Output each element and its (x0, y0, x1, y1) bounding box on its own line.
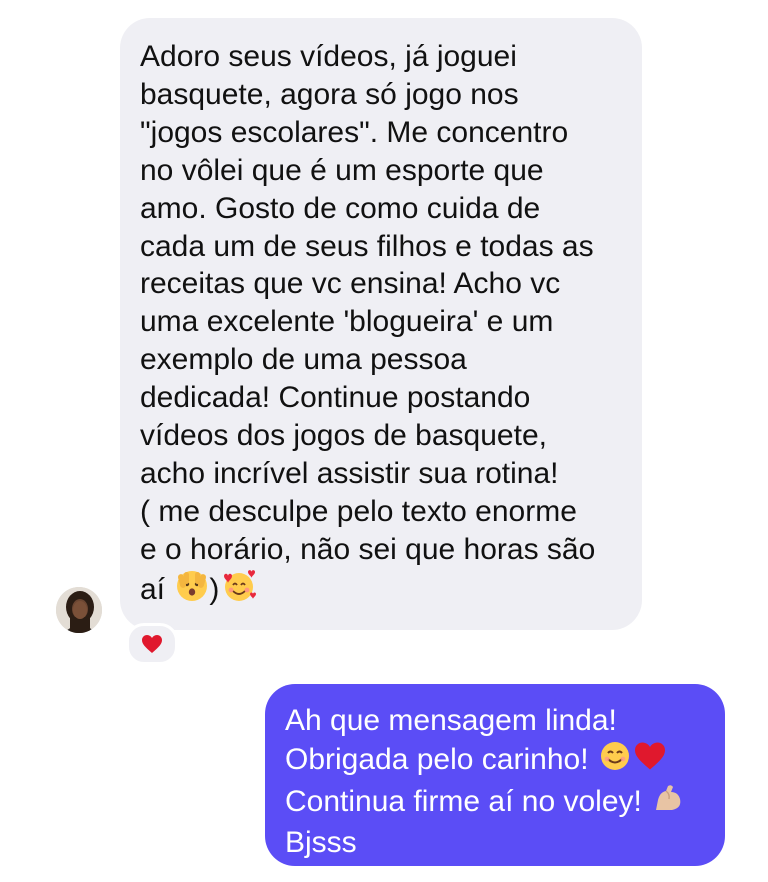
incoming-message-line: ( me desculpe pelo texto enorme (140, 494, 577, 528)
smiling-face-icon (599, 740, 631, 782)
red-heart-icon (633, 741, 667, 781)
incoming-message-line: basquete, agora só jogo nos (140, 77, 519, 111)
red-heart-icon (142, 635, 162, 653)
incoming-message-line: cada um de seus filhos e todas as (140, 229, 594, 263)
incoming-message-last-line: aí ) (140, 569, 624, 613)
incoming-message-line: acho incrível assistir sua rotina! (140, 456, 559, 490)
message-thread: Adoro seus vídeos, já joguei basquete, a… (0, 0, 768, 882)
outgoing-message-line-with-emojis: Obrigada pelo carinho! (285, 740, 707, 782)
sender-avatar[interactable] (56, 587, 102, 633)
incoming-message-line: e o horário, não sei que horas são (140, 532, 596, 566)
last-line-prefix: aí (140, 572, 166, 606)
incoming-message-line: "jogos escolares". Me concentro (140, 115, 569, 149)
outgoing-line-text: Continua firme aí no voley! (285, 784, 642, 818)
flexed-biceps-icon (652, 782, 684, 824)
smiling-face-with-hearts-icon (221, 569, 257, 613)
outgoing-line-text: Obrigada pelo carinho! (285, 742, 589, 776)
avatar-image (56, 587, 102, 633)
incoming-message-line: dedicada! Continue postando (140, 381, 531, 415)
incoming-message-bubble[interactable]: Adoro seus vídeos, já joguei basquete, a… (120, 18, 642, 630)
incoming-message-line: Adoro seus vídeos, já joguei (140, 40, 517, 73)
outgoing-message-bubble[interactable]: Ah que mensagem linda! Obrigada pelo car… (265, 684, 725, 866)
outgoing-message-line: Bjsss (285, 826, 357, 859)
incoming-message-line: amo. Gosto de como cuida de (140, 191, 541, 225)
peeking-face-icon (175, 569, 209, 613)
last-line-paren: ) (209, 572, 220, 606)
incoming-message-line: exemplo de uma pessoa (140, 343, 467, 377)
heart-reaction[interactable] (126, 623, 178, 665)
outgoing-message-line-with-emoji: Continua firme aí no voley! (285, 782, 707, 824)
incoming-message-line: uma excelente 'blogueira' e um (140, 305, 554, 339)
incoming-message-line: no vôlei que é um esporte que (140, 153, 544, 187)
incoming-message-line: vídeos dos jogos de basquete, (140, 419, 547, 453)
outgoing-message-line: Ah que mensagem linda! (285, 704, 617, 737)
incoming-message-line: receitas que vc ensina! Acho vc (140, 267, 561, 301)
